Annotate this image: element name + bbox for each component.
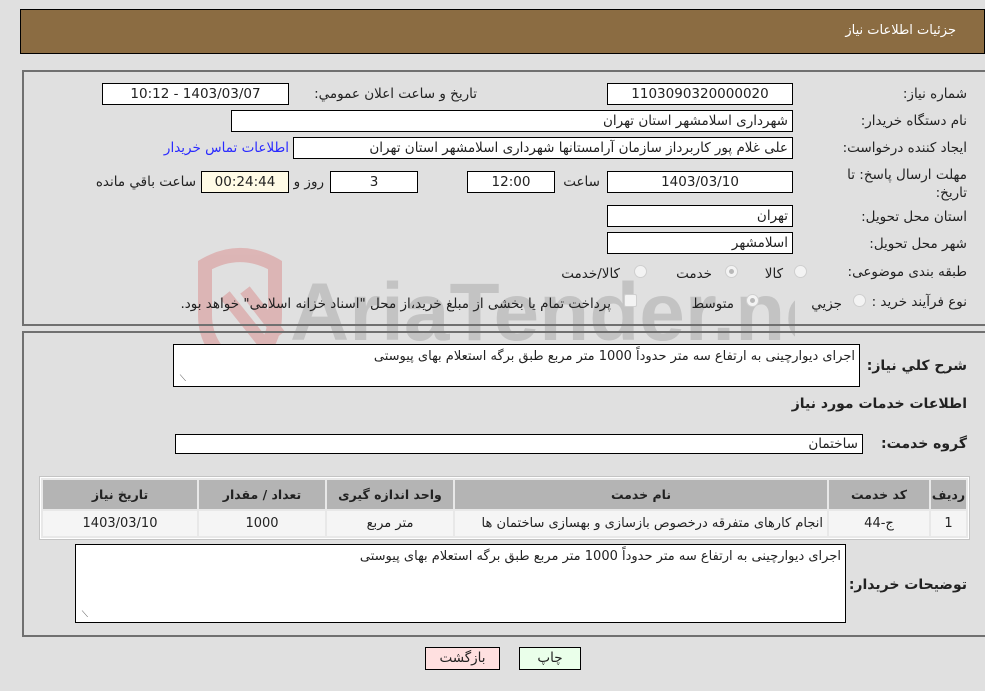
need-number-label: شماره نیاز: [902,86,967,102]
buyer-org-field[interactable]: شهرداری اسلامشهر استان تهران [231,110,793,132]
requester-field[interactable]: علی غلام پور کاربرداز سازمان آرامستانها … [293,137,793,159]
deadline-time-label: ساعت [563,174,600,190]
services-heading: اطلاعات خدمات مورد نیاز [791,396,967,412]
category-radio-goods[interactable] [794,265,807,278]
treasury-note: پرداخت تمام یا بخشی از مبلغ خرید،از محل … [180,296,611,312]
page-title: جزئیات اطلاعات نیاز [845,23,956,38]
resize-grip-icon[interactable]: ⟋ [176,374,186,384]
purchase-option-medium: متوسط [691,296,734,312]
summary-textarea[interactable]: اجرای دیوارچینی به ارتفاع سه متر حدوداً … [173,344,860,387]
cell-service-code: ج-44 [829,511,929,536]
category-option-service: خدمت [676,266,712,282]
city-field[interactable]: اسلامشهر [607,232,793,254]
purchase-radio-minor[interactable] [853,294,866,307]
buyer-org-label: نام دستگاه خریدار: [860,113,967,129]
back-button[interactable]: بازگشت [425,647,500,670]
province-field[interactable]: تهران [607,205,793,227]
city-label: شهر محل تحویل: [869,236,967,252]
remaining-time-label: ساعت باقي مانده [95,174,196,190]
services-table: ردیف کد خدمت نام خدمت واحد اندازه گیری ت… [39,476,970,540]
col-header-service-code: کد خدمت [829,480,929,509]
need-number-field[interactable]: 1103090320000020 [607,83,793,105]
purchase-radio-medium[interactable] [746,294,759,307]
summary-label: شرح كلي نياز: [866,358,967,374]
category-option-goods-service: کالا/خدمت [561,266,620,282]
table-header-row: ردیف کد خدمت نام خدمت واحد اندازه گیری ت… [43,480,966,509]
requester-label: ایجاد کننده درخواست: [842,140,967,156]
service-group-field[interactable]: ساختمان [175,434,863,454]
category-radio-goods-service[interactable] [634,265,647,278]
buyer-notes-text: اجرای دیوارچینی به ارتفاع سه متر حدوداً … [359,549,841,564]
deadline-label: مهلت ارسال پاسخ: تا تاریخ: [847,167,967,201]
cell-unit: متر مربع [327,511,453,536]
category-label: طبقه بندی موضوعی: [847,264,967,280]
category-option-goods: کالا [764,266,783,282]
announce-datetime-label: تاریخ و ساعت اعلان عمومي: [314,86,477,102]
remaining-time-field: 00:24:44 [201,171,289,193]
page-header: جزئیات اطلاعات نیاز [20,9,985,54]
treasury-checkbox[interactable] [624,294,637,307]
province-label: استان محل تحویل: [861,209,967,225]
col-header-service-name: نام خدمت [455,480,827,509]
buyer-notes-textarea[interactable]: اجرای دیوارچینی به ارتفاع سه متر حدوداً … [75,544,846,623]
col-header-need-date: تاریخ نیاز [43,480,197,509]
deadline-date-field[interactable]: 1403/03/10 [607,171,793,193]
summary-text: اجرای دیوارچینی به ارتفاع سه متر حدوداً … [373,349,855,364]
table-row: 1 ج-44 انجام کارهای متفرقه درخصوص بازساز… [43,511,966,536]
deadline-time-field[interactable]: 12:00 [467,171,555,193]
col-header-row-number: ردیف [931,480,966,509]
purchase-option-minor: جزيي [811,296,842,312]
category-radio-service[interactable] [725,265,738,278]
resize-grip-icon[interactable]: ⟋ [78,610,88,620]
col-header-unit: واحد اندازه گیری [327,480,453,509]
print-button[interactable]: چاپ [519,647,581,670]
cell-quantity: 1000 [199,511,325,536]
buyer-contact-link[interactable]: اطلاعات تماس خریدار [164,140,289,156]
buyer-notes-label: توضیحات خریدار: [848,577,967,593]
service-group-label: گروه خدمت: [881,436,967,452]
days-label: روز و [293,174,324,190]
col-header-quantity: تعداد / مقدار [199,480,325,509]
cell-row-number: 1 [931,511,966,536]
cell-need-date: 1403/03/10 [43,511,197,536]
purchase-type-label: نوع فرآیند خرید : [871,294,967,310]
days-field[interactable]: 3 [330,171,418,193]
announce-datetime-field[interactable]: 1403/03/07 - 10:12 [102,83,289,105]
cell-service-name: انجام کارهای متفرقه درخصوص بازسازی و بهس… [455,511,827,536]
